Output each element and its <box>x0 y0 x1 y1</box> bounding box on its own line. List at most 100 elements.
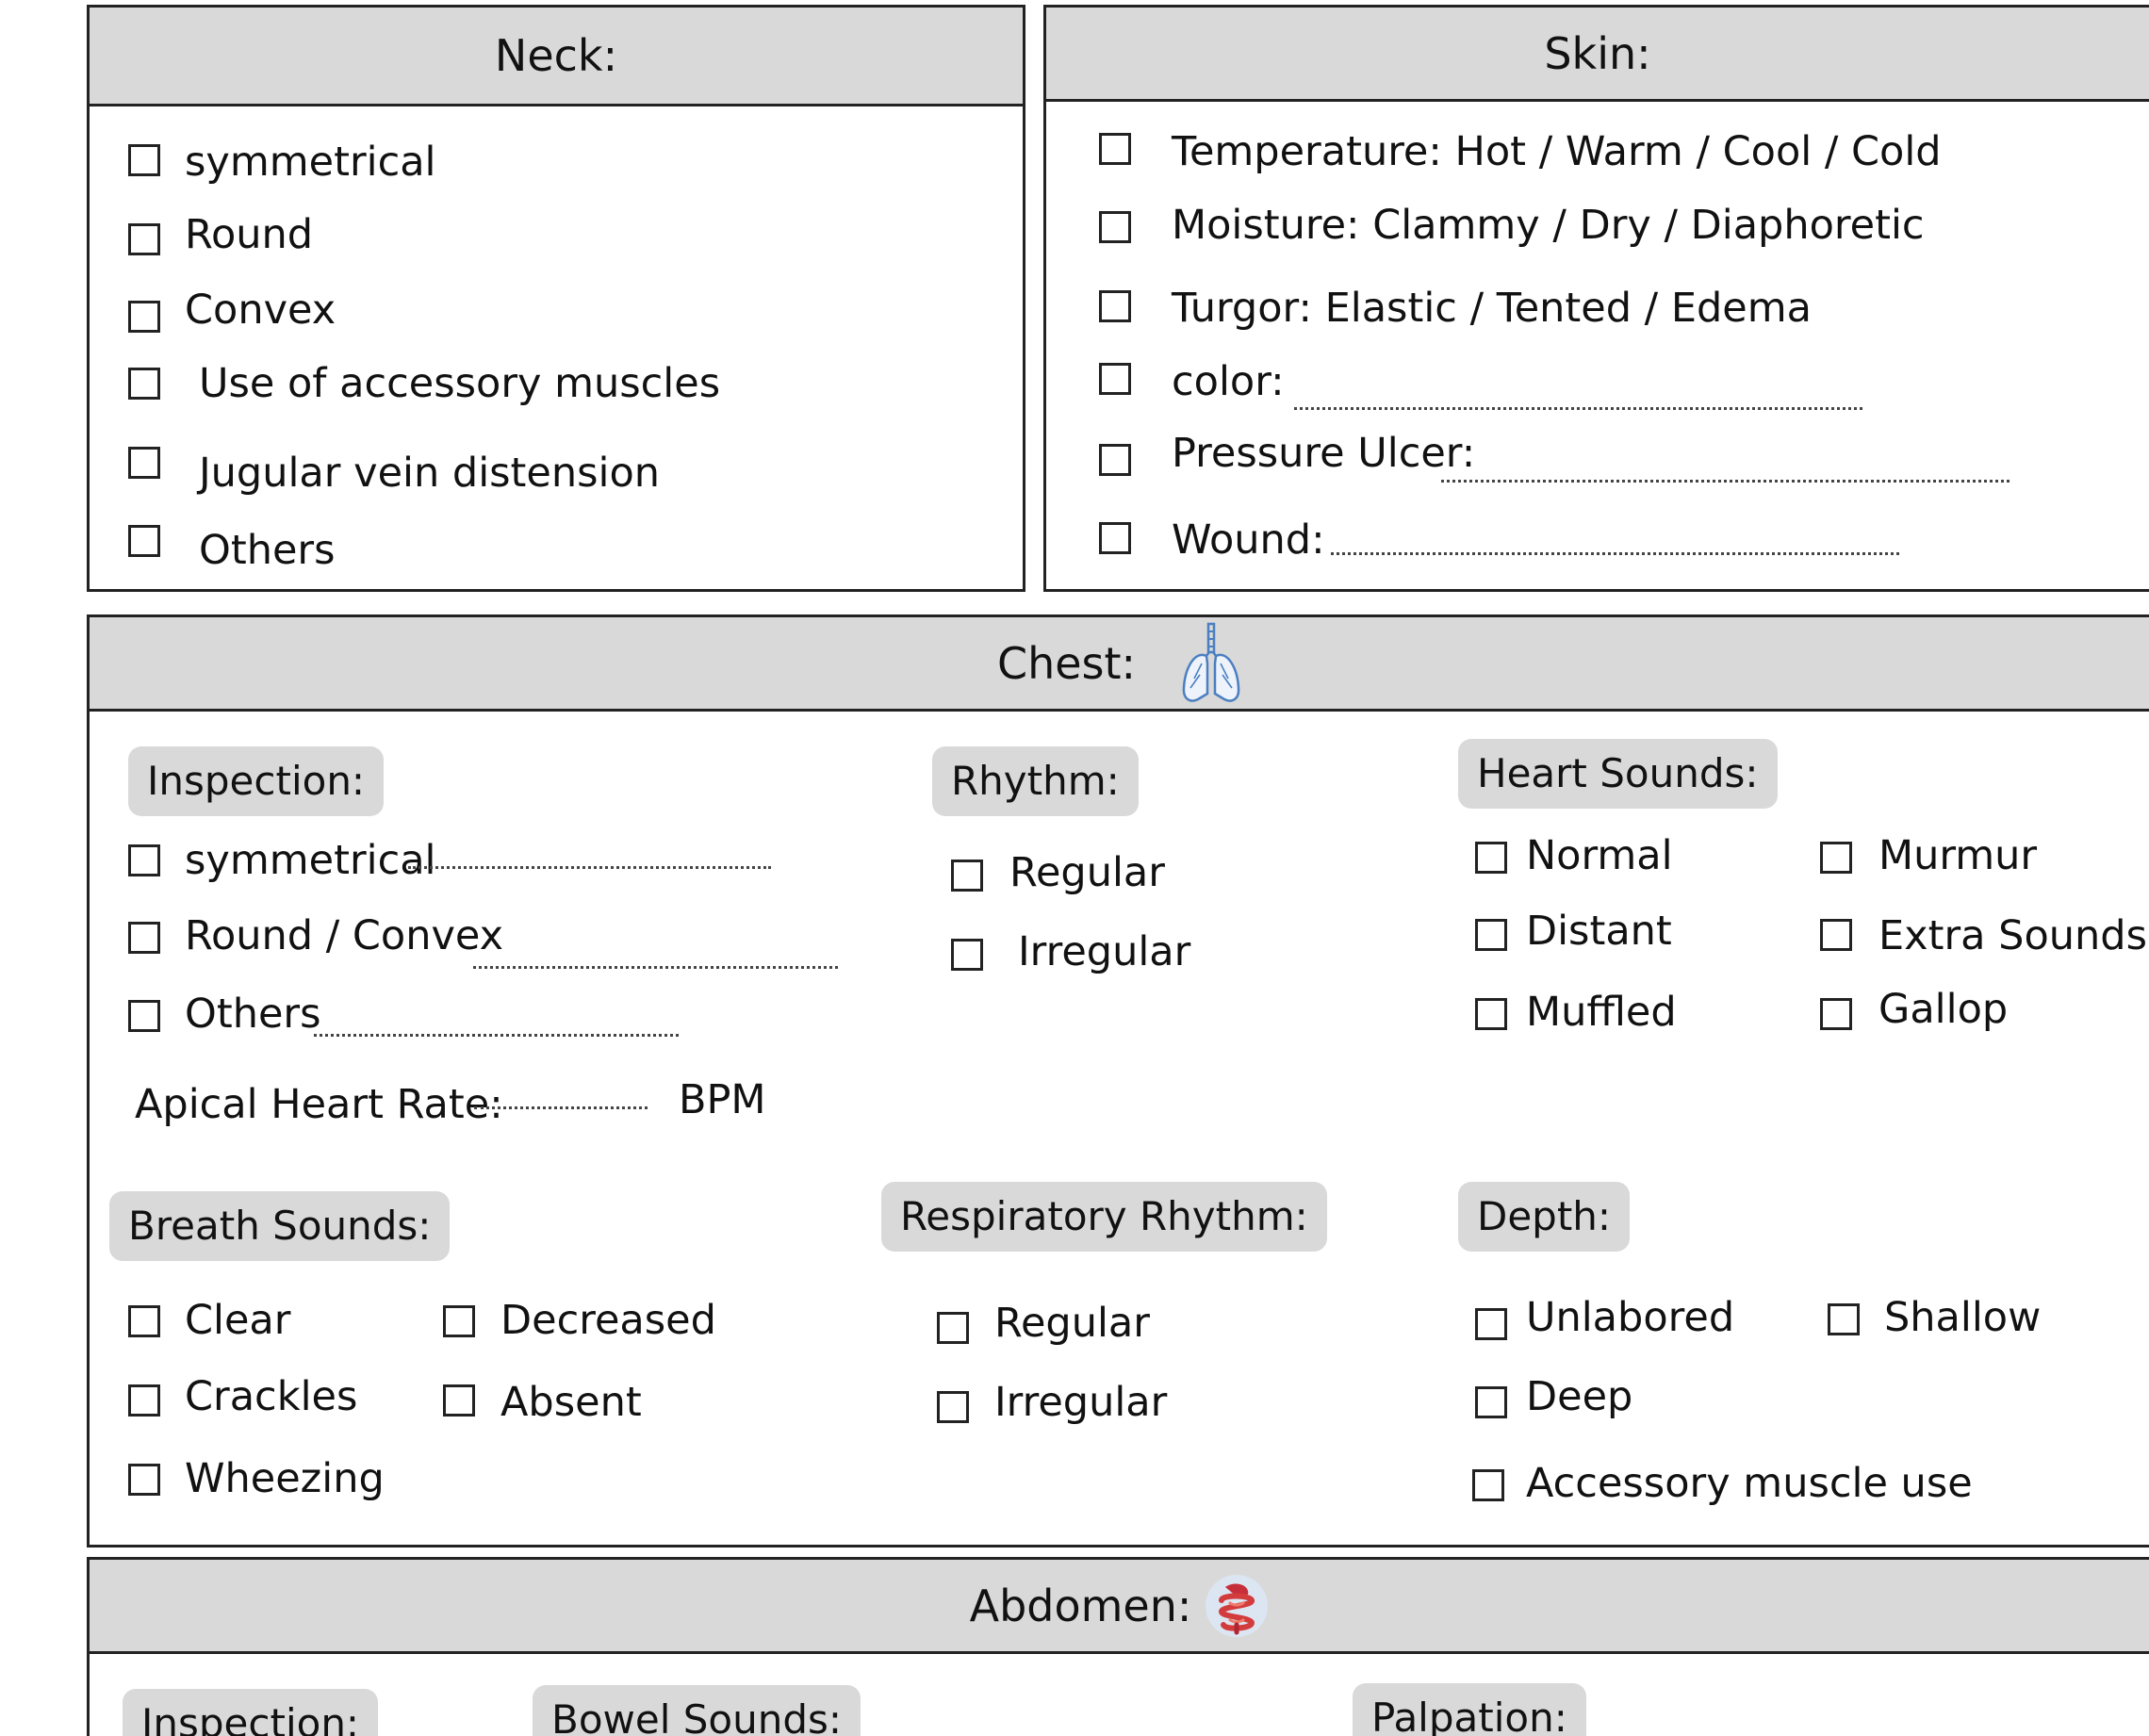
depth-accessory-muscle-checkbox[interactable] <box>1472 1469 1504 1501</box>
resp-regular-label: Regular <box>994 1300 1150 1347</box>
neck-panel: Neck: symmetrical Round Convex Use of ac… <box>87 5 1025 592</box>
neck-others-checkbox[interactable] <box>128 525 160 557</box>
chest-panel: Chest: Inspection: symmetrical Round / C… <box>87 614 2149 1548</box>
chest-title: Chest: <box>996 637 1137 689</box>
breath-decreased-label: Decreased <box>500 1297 716 1344</box>
skin-pressure-ulcer-checkbox[interactable] <box>1099 444 1131 476</box>
chest-header: Chest: <box>90 617 2149 712</box>
neck-jugular-vein-label: Jugular vein distension <box>199 450 661 497</box>
neck-others-label: Others <box>199 527 336 574</box>
resp-irregular-label: Irregular <box>994 1379 1168 1426</box>
neck-header: Neck: <box>90 8 1023 106</box>
breath-absent-checkbox[interactable] <box>443 1384 475 1417</box>
resp-regular-checkbox[interactable] <box>937 1312 969 1344</box>
abdomen-title: Abdomen: <box>969 1580 1192 1631</box>
heart-extra-sounds-checkbox[interactable] <box>1820 919 1852 951</box>
skin-color-field[interactable] <box>1294 407 1862 410</box>
skin-wound-label: Wound: <box>1172 516 1325 564</box>
skin-pressure-ulcer-field[interactable] <box>1441 480 2010 483</box>
breath-absent-label: Absent <box>500 1379 642 1426</box>
skin-moisture-label: Moisture: Clammy / Dry / Diaphoretic <box>1172 202 1925 249</box>
neck-symmetrical-label: symmetrical <box>185 139 436 186</box>
heart-murmur-checkbox[interactable] <box>1820 842 1852 874</box>
neck-round-label: Round <box>185 211 314 258</box>
apical-heart-rate-field[interactable] <box>474 1106 648 1109</box>
abdomen-bowel-sounds-heading: Bowel Sounds: <box>533 1685 861 1736</box>
chest-others-field[interactable] <box>314 1034 679 1037</box>
heart-gallop-label: Gallop <box>1878 986 2009 1033</box>
resp-irregular-checkbox[interactable] <box>937 1391 969 1423</box>
skin-color-checkbox[interactable] <box>1099 363 1131 395</box>
neck-title: Neck: <box>494 30 618 81</box>
depth-shallow-label: Shallow <box>1884 1294 2042 1341</box>
chest-rhythm-heading: Rhythm: <box>932 746 1139 816</box>
lungs-icon <box>1181 622 1241 705</box>
breath-decreased-checkbox[interactable] <box>443 1305 475 1337</box>
depth-accessory-muscle-label: Accessory muscle use <box>1526 1460 1973 1507</box>
skin-title: Skin: <box>1544 27 1651 79</box>
skin-wound-field[interactable] <box>1331 552 1899 555</box>
heart-distant-label: Distant <box>1526 908 1672 955</box>
breath-clear-label: Clear <box>185 1297 291 1344</box>
skin-turgor-label: Turgor: Elastic / Tented / Edema <box>1172 285 1812 332</box>
apical-heart-rate-unit: BPM <box>679 1076 766 1123</box>
heart-normal-label: Normal <box>1526 832 1673 879</box>
chest-others-checkbox[interactable] <box>128 1000 160 1032</box>
chest-round-convex-label: Round / Convex <box>185 912 504 959</box>
heart-muffled-label: Muffled <box>1526 989 1677 1036</box>
depth-deep-checkbox[interactable] <box>1475 1386 1507 1418</box>
abdomen-inspection-heading: Inspection: <box>123 1689 379 1736</box>
neck-symmetrical-checkbox[interactable] <box>128 144 160 176</box>
rhythm-irregular-checkbox[interactable] <box>951 939 983 971</box>
neck-convex-checkbox[interactable] <box>128 301 160 333</box>
neck-accessory-muscles-label: Use of accessory muscles <box>199 360 721 407</box>
rhythm-regular-label: Regular <box>1009 849 1165 896</box>
breath-crackles-checkbox[interactable] <box>128 1384 160 1417</box>
skin-moisture-checkbox[interactable] <box>1099 211 1131 243</box>
chest-others-label: Others <box>185 991 321 1038</box>
chest-respiratory-rhythm-heading: Respiratory Rhythm: <box>881 1182 1327 1252</box>
breath-wheezing-label: Wheezing <box>185 1455 385 1502</box>
intestines-icon <box>1205 1574 1269 1638</box>
chest-symmetrical-checkbox[interactable] <box>128 844 160 876</box>
chest-depth-heading: Depth: <box>1458 1182 1631 1252</box>
chest-heart-sounds-heading: Heart Sounds: <box>1458 739 1778 809</box>
abdomen-header: Abdomen: <box>90 1560 2149 1654</box>
skin-pressure-ulcer-label: Pressure Ulcer: <box>1172 430 1476 477</box>
chest-round-convex-checkbox[interactable] <box>128 922 160 954</box>
heart-muffled-checkbox[interactable] <box>1475 998 1507 1030</box>
depth-shallow-checkbox[interactable] <box>1828 1303 1860 1335</box>
depth-unlabored-checkbox[interactable] <box>1475 1308 1507 1340</box>
skin-turgor-checkbox[interactable] <box>1099 290 1131 322</box>
depth-deep-label: Deep <box>1526 1373 1633 1420</box>
heart-normal-checkbox[interactable] <box>1475 842 1507 874</box>
chest-inspection-heading: Inspection: <box>128 746 385 816</box>
breath-wheezing-checkbox[interactable] <box>128 1464 160 1496</box>
skin-panel: Skin: Temperature: Hot / Warm / Cool / C… <box>1043 5 2149 592</box>
rhythm-irregular-label: Irregular <box>1018 928 1191 975</box>
neck-jugular-vein-checkbox[interactable] <box>128 447 160 479</box>
neck-round-checkbox[interactable] <box>128 223 160 255</box>
rhythm-regular-checkbox[interactable] <box>951 860 983 892</box>
abdomen-palpation-heading: Palpation: <box>1353 1683 1586 1736</box>
abdomen-panel: Abdomen: Inspection: Bowel Sounds: Palpa… <box>87 1557 2149 1736</box>
breath-clear-checkbox[interactable] <box>128 1305 160 1337</box>
neck-accessory-muscles-checkbox[interactable] <box>128 368 160 400</box>
heart-distant-checkbox[interactable] <box>1475 919 1507 951</box>
heart-murmur-label: Murmur <box>1878 832 2038 879</box>
skin-wound-checkbox[interactable] <box>1099 522 1131 554</box>
skin-color-label: color: <box>1172 358 1285 405</box>
chest-breath-sounds-heading: Breath Sounds: <box>109 1191 451 1261</box>
chest-symmetrical-label: symmetrical <box>185 837 436 884</box>
chest-round-convex-field[interactable] <box>473 966 838 969</box>
chest-symmetrical-field[interactable] <box>408 866 771 869</box>
apical-heart-rate-label: Apical Heart Rate: <box>135 1081 503 1128</box>
neck-convex-label: Convex <box>185 287 336 334</box>
skin-temperature-checkbox[interactable] <box>1099 133 1131 165</box>
depth-unlabored-label: Unlabored <box>1526 1294 1735 1341</box>
skin-header: Skin: <box>1046 8 2149 102</box>
heart-gallop-checkbox[interactable] <box>1820 998 1852 1030</box>
skin-temperature-label: Temperature: Hot / Warm / Cool / Cold <box>1172 128 1942 175</box>
heart-extra-sounds-label: Extra Sounds <box>1878 912 2147 959</box>
breath-crackles-label: Crackles <box>185 1373 358 1420</box>
